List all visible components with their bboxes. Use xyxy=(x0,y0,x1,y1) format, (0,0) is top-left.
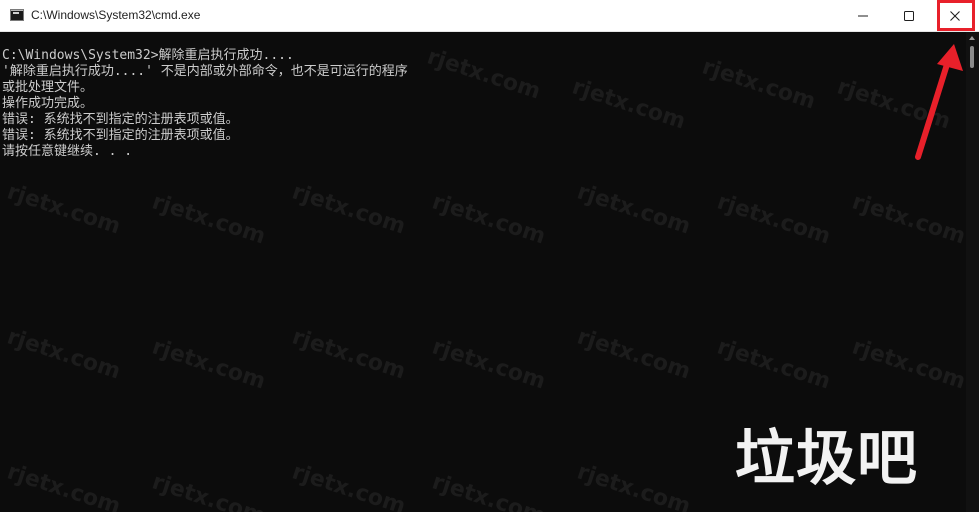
maximize-button[interactable] xyxy=(886,0,932,31)
minimize-button[interactable] xyxy=(840,0,886,31)
watermark: rjetx.com xyxy=(574,459,694,512)
console-line: C:\Windows\System32>解除重启执行成功.... xyxy=(2,48,294,63)
watermark: rjetx.com xyxy=(424,44,544,105)
watermark: rjetx.com xyxy=(574,324,694,385)
watermark: rjetx.com xyxy=(289,459,409,512)
watermark: rjetx.com xyxy=(429,469,549,512)
window-title: C:\Windows\System32\cmd.exe xyxy=(31,8,201,22)
console-line: 请按任意键继续. . . xyxy=(2,144,133,159)
cmd-app-icon[interactable] xyxy=(10,9,24,21)
watermark: rjetx.com xyxy=(4,324,124,385)
watermark: rjetx.com xyxy=(4,179,124,240)
title-bar[interactable]: C:\Windows\System32\cmd.exe xyxy=(0,0,979,32)
console-line: 或批处理文件。 xyxy=(2,80,94,95)
minimize-icon xyxy=(858,15,868,16)
close-button-highlight xyxy=(937,0,975,31)
watermark: rjetx.com xyxy=(849,189,966,250)
red-arrow-annotation xyxy=(915,44,963,160)
console-line: '解除重启执行成功....' 不是内部或外部命令，也不是可运行的程序 xyxy=(2,64,408,79)
watermark: rjetx.com xyxy=(849,334,966,395)
watermark: rjetx.com xyxy=(149,334,269,395)
watermark: rjetx.com xyxy=(574,179,694,240)
watermark: rjetx.com xyxy=(699,54,819,115)
watermark: rjetx.com xyxy=(429,334,549,395)
console-line: 错误: 系统找不到指定的注册表项或值。 xyxy=(2,112,239,127)
console-line: 错误: 系统找不到指定的注册表项或值。 xyxy=(2,128,239,143)
watermark: rjetx.com xyxy=(289,179,409,240)
watermark: rjetx.com xyxy=(149,469,269,512)
watermark: rjetx.com xyxy=(4,459,124,512)
scroll-up-arrow-icon[interactable] xyxy=(969,36,975,40)
watermark: rjetx.com xyxy=(289,324,409,385)
watermark: rjetx.com xyxy=(714,189,834,250)
watermark: rjetx.com xyxy=(429,189,549,250)
watermark: rjetx.com xyxy=(149,189,269,250)
scroll-thumb[interactable] xyxy=(970,46,974,68)
console-line: 操作成功完成。 xyxy=(2,96,94,111)
maximize-icon xyxy=(904,10,914,21)
overlay-caption: 垃圾吧 xyxy=(735,424,918,494)
watermark: rjetx.com xyxy=(714,334,834,395)
watermark: rjetx.com xyxy=(569,74,689,135)
